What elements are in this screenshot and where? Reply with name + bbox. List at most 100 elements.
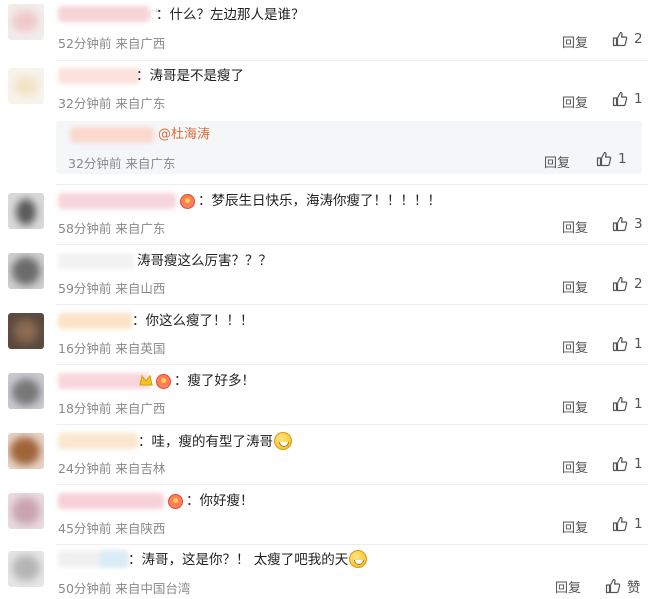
comment-meta: 50分钟前 来自中国台湾: [58, 578, 190, 597]
comment-time: 32分钟前: [68, 156, 122, 171]
username-blurred[interactable]: [58, 313, 132, 329]
thumbs-up-icon: [612, 516, 628, 532]
username-blurred[interactable]: [58, 253, 134, 269]
like-count: 赞: [627, 580, 641, 596]
comment-text: 涛哥瘦这么厉害？？？: [137, 253, 272, 269]
comment-meta: 59分钟前 来自山西: [58, 278, 165, 297]
reply-button[interactable]: 回复: [562, 217, 588, 236]
comment-time: 45分钟前: [58, 521, 112, 536]
like-button[interactable]: 1: [596, 151, 627, 167]
comment-time: 50分钟前: [58, 581, 112, 596]
avatar[interactable]: [8, 313, 44, 349]
mention-link[interactable]: @杜海涛: [158, 126, 210, 144]
like-count: 3: [634, 216, 643, 232]
like-button[interactable]: 1: [612, 456, 643, 472]
comment-location: 来自陕西: [115, 521, 166, 536]
comment-text-body: ：涛哥，这是你？！ 太瘦了吧我的天: [128, 552, 349, 568]
comment: 涛哥瘦这么厉害？？？ 59分钟前 来自山西 回复 2: [0, 245, 660, 305]
avatar[interactable]: [8, 433, 44, 469]
comment: ：哇，瘦的有型了涛哥 24分钟前 来自吉林 回复 1: [0, 425, 660, 485]
comment-location: 来自广东: [125, 156, 176, 171]
comment-meta: 45分钟前 来自陕西: [58, 518, 165, 537]
comment-time: 52分钟前: [58, 36, 112, 51]
comment-text: ：涛哥，这是你？！ 太瘦了吧我的天: [128, 550, 368, 569]
username-blurred[interactable]: [58, 6, 150, 22]
username-blurred[interactable]: [58, 193, 176, 209]
comment: ：瘦了好多！ 18分钟前 来自广西 回复 1: [0, 365, 660, 425]
comment-location: 来自山西: [115, 281, 166, 296]
avatar[interactable]: [8, 68, 44, 104]
avatar[interactable]: [8, 373, 44, 409]
avatar[interactable]: [8, 253, 44, 289]
like-count: 1: [634, 396, 643, 412]
like-button[interactable]: 1: [612, 336, 643, 352]
reply-button[interactable]: 回复: [562, 32, 588, 51]
thumbs-up-icon: [596, 151, 612, 167]
comment-text: ：你好瘦！: [186, 493, 254, 509]
like-button[interactable]: 3: [612, 216, 643, 232]
thumbs-up-icon: [612, 276, 628, 292]
comment-location: 来自英国: [115, 341, 166, 356]
avatar[interactable]: [8, 551, 44, 587]
username-blurred[interactable]: [58, 373, 150, 389]
like-button[interactable]: 1: [612, 396, 643, 412]
comment: ් ：什么？左边那人是谁？ 52分钟前 来自广西 回复 2: [0, 0, 660, 60]
like-count: 1: [634, 336, 643, 352]
reply-button[interactable]: 回复: [544, 152, 570, 171]
comment-location: 来自广西: [115, 36, 166, 51]
like-count: 1: [634, 456, 643, 472]
comment-text: ：什么？左边那人是谁？: [156, 7, 305, 23]
reply-button[interactable]: 回复: [562, 337, 588, 356]
grinning-face-icon: [349, 550, 368, 568]
username-blurred[interactable]: [58, 493, 164, 509]
comment-meta: 16分钟前 来自英国: [58, 338, 165, 357]
comment-meta: 32分钟前 来自广东: [68, 153, 175, 172]
like-button[interactable]: 2: [612, 31, 643, 47]
thumbs-up-icon: [612, 336, 628, 352]
comment-text-body: ：哇，瘦的有型了涛哥: [138, 434, 273, 450]
username-blurred[interactable]: [58, 433, 138, 449]
comment: ：梦辰生日快乐，海涛你瘦了！！！！！ 58分钟前 来自广东 回复 3: [0, 185, 660, 245]
thumbs-up-icon: [612, 216, 628, 232]
comment-text: ：梦辰生日快乐，海涛你瘦了！！！！！: [198, 193, 441, 209]
reply-button[interactable]: 回复: [562, 92, 588, 111]
comment-meta: 52分钟前 来自广西: [58, 33, 165, 52]
comment-location: 来自中国台湾: [115, 581, 191, 596]
thumbs-up-icon: [612, 396, 628, 412]
comment: ：涛哥，这是你？！ 太瘦了吧我的天 50分钟前 来自中国台湾 回复 赞: [0, 545, 660, 599]
like-count: 1: [618, 151, 627, 167]
comment-text: ：你这么瘦了！！！: [132, 313, 254, 329]
like-button[interactable]: 1: [612, 91, 643, 107]
reply-button[interactable]: 回复: [562, 457, 588, 476]
username-blurred[interactable]: [70, 127, 154, 143]
comment-time: 58分钟前: [58, 221, 112, 236]
nested-reply: @杜海涛 32分钟前 来自广东 回复 1: [56, 121, 642, 174]
thumbs-up-icon: [605, 578, 621, 594]
grinning-face-icon: [274, 432, 292, 450]
comment: ：你这么瘦了！！！ 16分钟前 来自英国 回复 1: [0, 305, 660, 365]
thumbs-up-icon: [612, 456, 628, 472]
reply-button[interactable]: 回复: [562, 517, 588, 536]
avatar[interactable]: [8, 493, 44, 529]
reply-button[interactable]: 回复: [562, 397, 588, 416]
avatar[interactable]: [8, 193, 44, 229]
reply-button[interactable]: 回复: [555, 577, 581, 596]
fan-badge-icon: [180, 194, 195, 209]
avatar[interactable]: [8, 4, 44, 40]
comment-meta: 32分钟前 来自广东: [58, 93, 165, 112]
comment-location: 来自吉林: [115, 461, 166, 476]
like-count: 1: [634, 516, 643, 532]
comment-location: 来自广东: [115, 96, 166, 111]
comment-time: 24分钟前: [58, 461, 112, 476]
comment-meta: 24分钟前 来自吉林: [58, 458, 165, 477]
like-button[interactable]: 赞: [605, 576, 641, 596]
comment-time: 18分钟前: [58, 401, 112, 416]
like-count: 1: [634, 91, 643, 107]
comment-meta: 18分钟前 来自广西: [58, 398, 165, 417]
fan-badge-icon: [156, 374, 171, 389]
like-button[interactable]: 1: [612, 516, 643, 532]
like-button[interactable]: 2: [612, 276, 643, 292]
reply-button[interactable]: 回复: [562, 277, 588, 296]
username-blurred[interactable]: [58, 68, 140, 84]
comment-text: ：瘦了好多！: [174, 373, 255, 389]
